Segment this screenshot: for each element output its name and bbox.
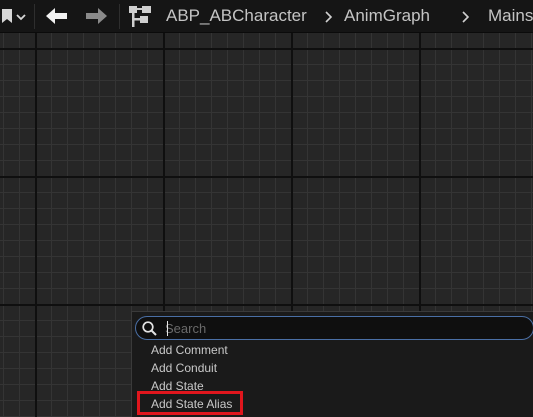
chevron-right-icon bbox=[324, 10, 334, 24]
text-caret bbox=[167, 321, 168, 336]
context-menu: Add Comment Add Conduit Add State Add St… bbox=[131, 311, 533, 417]
arrow-left-icon bbox=[46, 8, 67, 24]
menu-item-add-comment[interactable]: Add Comment bbox=[151, 343, 228, 357]
chevron-down-icon[interactable] bbox=[15, 10, 27, 22]
breadcrumb-item[interactable]: ABP_ABCharacter bbox=[166, 6, 307, 26]
chevron-right-icon bbox=[461, 10, 471, 24]
back-button[interactable] bbox=[42, 5, 72, 27]
highlight-box bbox=[137, 391, 243, 415]
arrow-right-icon bbox=[86, 8, 107, 24]
search-input[interactable] bbox=[165, 319, 525, 337]
toolbar-divider bbox=[119, 4, 120, 29]
breadcrumb-toolbar: ABP_ABCharacter AnimGraph Mains bbox=[0, 0, 533, 33]
search-icon bbox=[142, 321, 157, 336]
search-box bbox=[135, 316, 533, 340]
menu-item-add-conduit[interactable]: Add Conduit bbox=[151, 361, 217, 375]
breadcrumb-item[interactable]: Mains bbox=[488, 6, 533, 26]
graph-hierarchy-icon bbox=[128, 5, 152, 28]
bookmark-icon[interactable] bbox=[2, 9, 12, 23]
toolbar-divider bbox=[34, 4, 35, 29]
forward-button[interactable] bbox=[81, 5, 111, 27]
breadcrumb-item[interactable]: AnimGraph bbox=[344, 6, 430, 26]
